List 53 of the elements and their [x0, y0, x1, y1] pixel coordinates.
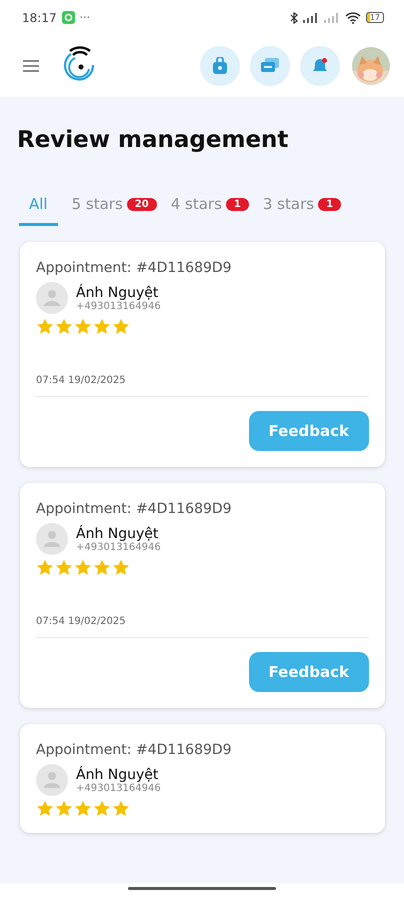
customer-phone: +493013164946 — [76, 300, 161, 312]
filter-tab[interactable]: All — [19, 187, 58, 226]
star-icon — [55, 318, 73, 335]
count-badge: 1 — [226, 198, 249, 210]
filter-tab[interactable]: 5 stars 20 — [72, 187, 157, 226]
user-avatar-icon — [36, 764, 68, 796]
more-notifications: ··· — [80, 11, 90, 24]
signal-icon — [324, 12, 340, 22]
chat-icon — [261, 58, 279, 74]
app-notification-icon — [62, 11, 75, 24]
status-time: 18:17 — [22, 10, 57, 24]
star-icon — [112, 559, 130, 576]
customer-phone: +493013164946 — [76, 542, 161, 552]
customer-name: Ánh Nguyệt — [76, 766, 160, 782]
star-icon — [93, 559, 111, 576]
customer-name: Ánh Nguyệt — [76, 284, 160, 300]
notifications-button[interactable] — [300, 46, 340, 86]
appointment-number: Appointment: #4D11689D9 — [36, 501, 233, 517]
review-time: 07:54 19/02/2025 — [36, 616, 127, 627]
customer-name: Ánh Nguyệt — [76, 526, 160, 542]
bag-icon — [212, 57, 228, 75]
bluetooth-icon — [290, 12, 298, 24]
star-icon — [55, 559, 73, 576]
wifi-icon — [344, 12, 361, 24]
star-icon — [55, 800, 73, 817]
customer-phone: +493013164946 — [76, 782, 161, 794]
appointment-number: Appointment: #4D11689D9 — [36, 742, 233, 758]
count-badge: 1 — [318, 198, 342, 210]
star-icon — [74, 318, 92, 335]
battery-indicator: 17 — [366, 12, 384, 23]
star-icon — [112, 800, 130, 817]
star-icon — [74, 559, 92, 576]
bag-button[interactable] — [200, 46, 240, 86]
filter-tab[interactable]: 4 stars 1 — [170, 187, 249, 226]
user-avatar-icon — [36, 282, 68, 314]
signal-icon — [302, 12, 319, 22]
menu-icon[interactable] — [23, 60, 39, 72]
messages-button[interactable] — [250, 46, 290, 86]
star-icon — [93, 318, 111, 335]
star-icon — [36, 318, 54, 335]
feedback-button[interactable]: Feedback — [248, 411, 369, 451]
review-time: 07:54 19/02/2025 — [36, 375, 127, 386]
star-icon — [74, 800, 92, 817]
feedback-button[interactable]: Feedback — [248, 652, 369, 692]
star-icon — [36, 559, 54, 576]
user-avatar-icon — [36, 523, 68, 555]
page-title: Review management — [17, 127, 290, 153]
star-icon — [36, 800, 54, 817]
filter-tab[interactable]: 3 stars 1 — [262, 187, 342, 226]
count-badge: 20 — [126, 198, 157, 210]
star-icon — [93, 800, 111, 817]
star-icon — [112, 318, 130, 335]
appointment-number: Appointment: #4D11689D9 — [36, 260, 233, 276]
